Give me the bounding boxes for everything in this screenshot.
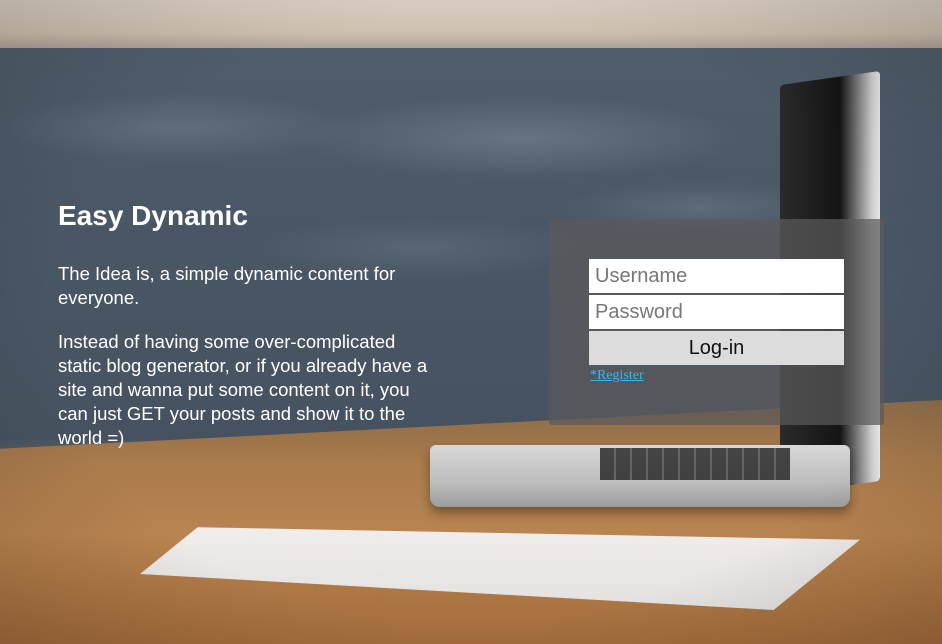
register-link[interactable]: *Register (590, 368, 644, 384)
password-input[interactable] (589, 295, 844, 329)
username-input[interactable] (589, 259, 844, 293)
login-button[interactable]: Log-in (589, 331, 844, 365)
intro-section: Easy Dynamic The Idea is, a simple dynam… (58, 198, 428, 470)
intro-paragraph-idea: The Idea is, a simple dynamic content fo… (58, 263, 396, 308)
login-form: Log-in *Register (549, 219, 884, 425)
page-title: Easy Dynamic (58, 200, 248, 231)
intro-paragraph-description: Instead of having some over-complicated … (58, 331, 428, 448)
login-page: Easy Dynamic The Idea is, a simple dynam… (0, 0, 942, 644)
